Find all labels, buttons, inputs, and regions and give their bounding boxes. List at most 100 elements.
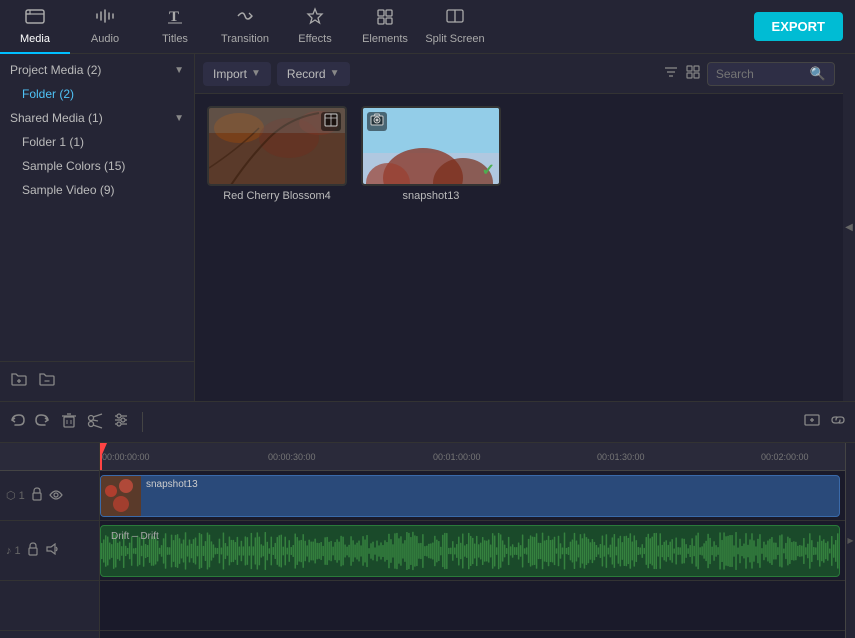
ruler-time-3: 00:01:30:00 <box>597 452 645 462</box>
sidebar-item-sample-video[interactable]: Sample Video (9) <box>0 178 194 202</box>
transition-icon <box>235 7 255 30</box>
tl-right <box>803 411 847 434</box>
folder1-label: Folder 1 (1) <box>22 135 84 149</box>
sidebar-footer <box>0 361 194 401</box>
audio-icon <box>95 7 115 30</box>
project-media-chevron: ▼ <box>174 65 184 76</box>
elements-icon <box>375 7 395 30</box>
media-item-label-0: Red Cherry Blossom4 <box>223 190 331 202</box>
video-visibility-button[interactable] <box>49 489 63 503</box>
video-clip-label: snapshot13 <box>141 476 203 493</box>
ruler-mark-1: 00:00:30:00 <box>268 452 316 462</box>
empty-track-row <box>100 581 845 631</box>
media-item-1[interactable]: ✓ snapshot13 <box>361 106 501 202</box>
timeline-right[interactable]: 00:00:00:00 00:00:30:00 00:01:00:00 00:0… <box>100 443 845 638</box>
toolbar-splitscreen[interactable]: Split Screen <box>420 0 490 54</box>
undo-button[interactable] <box>8 411 26 434</box>
adjust-button[interactable] <box>112 411 130 434</box>
sidebar-item-folder1[interactable]: Folder 1 (1) <box>0 130 194 154</box>
toolbar-transition[interactable]: Transition <box>210 0 280 54</box>
ruler-time-1: 00:00:30:00 <box>268 452 316 462</box>
ruler-mark-2: 00:01:00:00 <box>433 452 481 462</box>
video-track-row: snapshot13 <box>100 471 845 521</box>
sidebar-item-shared-media[interactable]: Shared Media (1) ▼ <box>0 106 194 130</box>
toolbar-media[interactable]: Media <box>0 0 70 54</box>
ruler-mark-0: 00:00:00:00 <box>102 452 150 462</box>
right-handle-icon: ▶ <box>847 536 853 545</box>
import-button[interactable]: Import ▼ <box>203 62 271 86</box>
media-thumb-badge-1 <box>367 112 387 131</box>
right-handle[interactable]: ▶ <box>845 443 855 638</box>
splitscreen-icon <box>445 7 465 30</box>
media-thumb-1: ✓ <box>361 106 501 186</box>
media-item-0[interactable]: Red Cherry Blossom4 <box>207 106 347 202</box>
filter-button[interactable] <box>663 64 679 84</box>
ruler-time-0: 00:00:00:00 <box>102 452 150 462</box>
media-toolbar: Import ▼ Record ▼ <box>195 54 843 94</box>
ruler-mark-4: 00:02:00:00 <box>761 452 809 462</box>
search-icon: 🔍 <box>810 66 826 82</box>
sidebar-item-sample-colors[interactable]: Sample Colors (15) <box>0 154 194 178</box>
record-chevron: ▼ <box>330 68 340 79</box>
media-thumb-0 <box>207 106 347 186</box>
timeline: ⬡ 1 ♪ 1 <box>0 443 855 638</box>
import-chevron: ▼ <box>251 68 261 79</box>
tl-divider <box>142 412 143 432</box>
media-panel: Import ▼ Record ▼ <box>195 54 843 401</box>
toolbar-elements[interactable]: Elements <box>350 0 420 54</box>
main-area: Project Media (2) ▼ Folder (2) Shared Me… <box>0 54 855 401</box>
toolbar-effects[interactable]: Effects <box>280 0 350 54</box>
effects-label: Effects <box>298 33 331 45</box>
collapse-handle[interactable]: ◀ <box>843 54 855 401</box>
audio-track-label: ♪ 1 <box>0 521 99 581</box>
ruler-time-2: 00:01:00:00 <box>433 452 481 462</box>
search-input[interactable] <box>716 67 806 81</box>
folder-link-button[interactable] <box>38 370 56 393</box>
ruler-time-4: 00:02:00:00 <box>761 452 809 462</box>
video-track-label: ⬡ 1 <box>0 471 99 521</box>
sample-video-label: Sample Video (9) <box>22 183 115 197</box>
record-label: Record <box>287 67 326 81</box>
media-grid: Red Cherry Blossom4 <box>195 94 843 401</box>
record-button[interactable]: Record ▼ <box>277 62 350 86</box>
audio-track-icon: ♪ 1 <box>6 545 21 557</box>
video-clip-thumb <box>101 476 141 516</box>
project-media-label: Project Media (2) <box>10 63 101 77</box>
add-folder-button[interactable] <box>10 370 28 393</box>
titles-label: Titles <box>162 33 188 45</box>
search-box: 🔍 <box>707 62 835 86</box>
audio-mute-button[interactable] <box>45 543 59 558</box>
link-button[interactable] <box>829 411 847 434</box>
timeline-controls <box>0 401 855 443</box>
toolbar-audio[interactable]: Audio <box>70 0 140 54</box>
grid-button[interactable] <box>685 64 701 84</box>
titles-icon: T <box>165 7 185 30</box>
delete-button[interactable] <box>60 411 78 434</box>
video-lock-button[interactable] <box>31 487 43 504</box>
sidebar-item-folder[interactable]: Folder (2) <box>0 82 194 106</box>
sidebar: Project Media (2) ▼ Folder (2) Shared Me… <box>0 54 195 401</box>
audio-lock-button[interactable] <box>27 542 39 559</box>
timeline-ruler: 00:00:00:00 00:00:30:00 00:01:00:00 00:0… <box>100 443 845 471</box>
redo-button[interactable] <box>34 411 52 434</box>
scissors-button[interactable] <box>86 411 104 434</box>
sidebar-item-project-media[interactable]: Project Media (2) ▼ <box>0 58 194 82</box>
transition-label: Transition <box>221 33 269 45</box>
export-button[interactable]: EXPORT <box>754 12 843 41</box>
audio-clip[interactable]: Drift – Drift <box>100 525 840 577</box>
audio-clip-label: Drift – Drift <box>106 528 164 545</box>
playhead <box>100 443 102 470</box>
video-track-num: ⬡ 1 <box>6 489 25 502</box>
shared-media-chevron: ▼ <box>174 113 184 124</box>
audio-label: Audio <box>91 33 119 45</box>
toolbar-titles[interactable]: T Titles <box>140 0 210 54</box>
video-clip[interactable]: snapshot13 <box>100 475 840 517</box>
effects-icon <box>305 7 325 30</box>
add-track-button[interactable] <box>803 411 821 434</box>
media-thumb-badge-0 <box>321 112 341 131</box>
audio-track-row: Drift – Drift <box>100 521 845 581</box>
splitscreen-label: Split Screen <box>425 33 484 45</box>
import-label: Import <box>213 67 247 81</box>
collapse-icon: ◀ <box>845 222 853 233</box>
sample-colors-label: Sample Colors (15) <box>22 159 125 173</box>
